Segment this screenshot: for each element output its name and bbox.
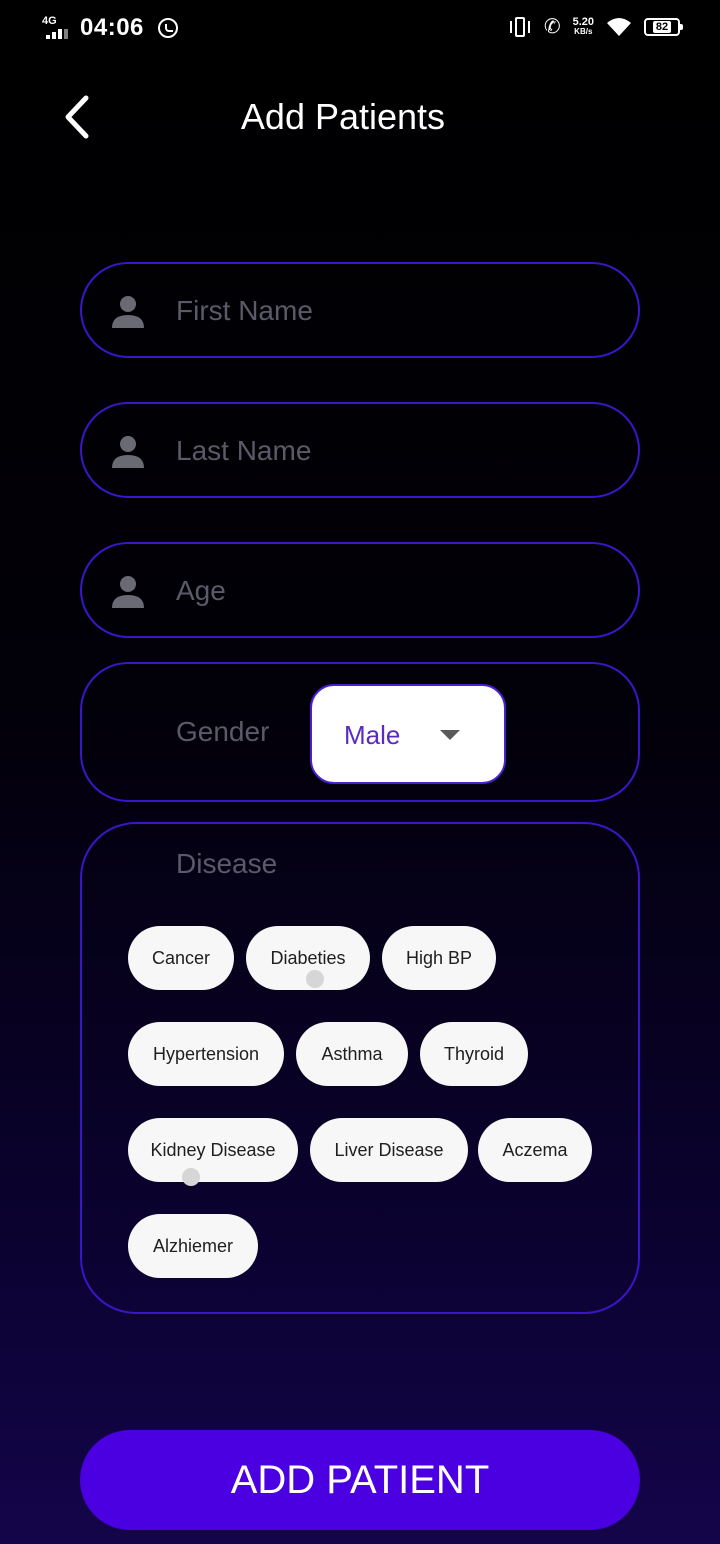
age-field[interactable] [80,542,640,638]
gender-selected-value: Male [344,720,401,750]
gender-dropdown[interactable]: Male [310,684,506,784]
gender-label: Gender [176,716,270,747]
signal-icon: 4G [42,15,72,41]
disease-chip-aczema[interactable]: Aczema [478,1118,592,1182]
touch-ripple [182,1168,200,1186]
dropdown-arrow-icon [440,730,460,740]
age-input[interactable] [176,566,606,616]
person-icon [112,296,144,328]
vibrate-icon [508,16,532,38]
status-bar-right: ✆ 5.20 KB/s 82 [508,16,683,38]
battery-level: 82 [652,21,672,33]
person-icon [112,436,144,468]
network-type: 4G [42,15,57,27]
disease-chip-high-bp[interactable]: High BP [382,926,496,990]
disease-chip-alzhiemer[interactable]: Alzhiemer [128,1214,258,1278]
disease-label: Disease [176,848,278,879]
disease-chip-asthma[interactable]: Asthma [296,1022,408,1086]
add-patient-button[interactable]: ADD PATIENT [80,1430,640,1530]
disease-chip-kidney-disease[interactable]: Kidney Disease [128,1118,298,1182]
first-name-input[interactable] [176,286,606,336]
first-name-field[interactable] [80,262,640,358]
touch-ripple [306,970,324,988]
battery-icon: 82 [644,18,683,36]
last-name-input[interactable] [176,426,606,476]
disease-chip-thyroid[interactable]: Thyroid [420,1022,528,1086]
network-speed-unit: KB/s [574,27,593,36]
wifi-icon [607,18,631,36]
disease-chip-cancer[interactable]: Cancer [128,926,234,990]
network-speed: 5.20 KB/s [573,17,594,37]
whatsapp-icon [157,18,178,38]
status-bar-left: 4G 04:06 [42,14,178,42]
network-speed-value: 5.20 [572,16,594,28]
status-bar: 4G 04:06 ✆ 5.20 KB/s 82 [0,0,720,56]
status-time: 04:06 [80,14,144,41]
disease-chip-liver-disease[interactable]: Liver Disease [310,1118,468,1182]
wifi-call-icon: ✆ [543,16,561,38]
disease-field: Disease Cancer Diabeties High BP Hyperte… [80,822,640,1314]
person-icon [112,576,144,608]
gender-field: Gender Male [80,662,640,802]
disease-chip-hypertension[interactable]: Hypertension [128,1022,284,1086]
page-title: Add Patients [240,96,446,137]
last-name-field[interactable] [80,402,640,498]
